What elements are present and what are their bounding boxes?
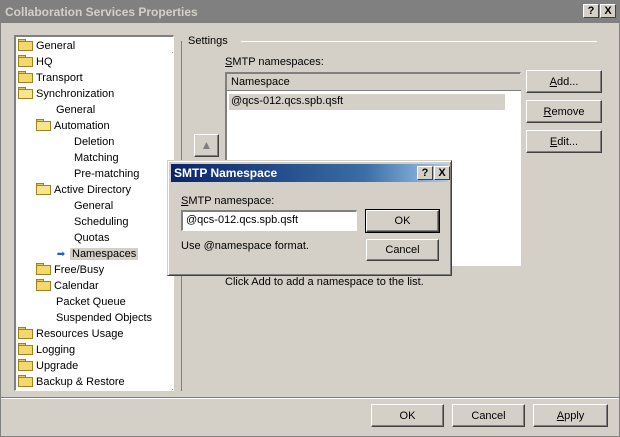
tree-item-sync-general[interactable]: General	[56, 103, 95, 118]
tree-item-suspended-objects[interactable]: Suspended Objects	[56, 311, 152, 326]
open-folder-icon	[36, 183, 51, 195]
settings-tree[interactable]: General HQ Transport Synchronization Gen…	[14, 35, 174, 391]
tree-item-quotas[interactable]: Quotas	[74, 231, 109, 246]
list-item[interactable]: @qcs-012.qcs.spb.qsft	[229, 94, 505, 110]
tree-item-transport[interactable]: Transport	[18, 71, 83, 86]
scroll-down-icon[interactable]: ▼	[172, 374, 173, 390]
folder-icon	[36, 279, 51, 291]
tree-item-scheduling[interactable]: Scheduling	[74, 215, 128, 230]
tree-item-active-directory[interactable]: Active Directory	[36, 183, 131, 198]
tree-item-free-busy[interactable]: Free/Busy	[36, 263, 104, 278]
list-header: Namespace	[227, 74, 521, 91]
footer-divider	[1, 397, 619, 399]
tree-item-pre-matching[interactable]: Pre-matching	[74, 167, 139, 182]
dialog-help-button[interactable]: ?	[417, 166, 433, 180]
tree-item-resources-usage[interactable]: Resources Usage	[18, 327, 123, 342]
namespaces-label: SMTP namespaces:	[225, 56, 324, 68]
folder-icon	[18, 343, 33, 355]
cancel-button[interactable]: Cancel	[452, 404, 525, 427]
add-button[interactable]: Add...	[526, 70, 602, 93]
tree-item-backup-restore[interactable]: Backup & Restore	[18, 375, 125, 390]
help-button[interactable]: ?	[583, 4, 599, 18]
namespace-input[interactable]: @qcs-012.qcs.spb.qsft	[181, 210, 357, 231]
tree-item-synchronization[interactable]: Synchronization	[18, 87, 114, 102]
folder-icon	[18, 39, 33, 51]
close-button[interactable]: X	[600, 4, 616, 18]
add-hint-text: Click Add to add a namespace to the list…	[225, 276, 424, 288]
arrow-right-icon: ➡	[56, 249, 66, 260]
folder-icon	[18, 71, 33, 83]
tree-item-automation[interactable]: Automation	[36, 119, 110, 134]
tree-item-calendar[interactable]: Calendar	[36, 279, 99, 294]
window-title: Collaboration Services Properties	[5, 5, 198, 19]
tree-item-hq[interactable]: HQ	[18, 55, 53, 70]
tree-item-ad-general[interactable]: General	[74, 199, 113, 214]
format-note: Use @namespace format.	[181, 240, 309, 252]
column-header-namespace[interactable]: Namespace	[231, 76, 290, 88]
dialog-titlebar[interactable]: SMTP Namespace ? X	[171, 164, 450, 182]
ok-button[interactable]: OK	[371, 404, 444, 427]
edit-button[interactable]: Edit...	[526, 130, 602, 153]
move-up-button[interactable]: ▲	[194, 134, 219, 157]
scroll-up-icon[interactable]: ▲	[172, 37, 173, 53]
tree-item-namespaces[interactable]: ➡ Namespaces	[56, 247, 139, 262]
smtp-namespace-dialog: SMTP Namespace ? X SMTP namespace: @qcs-…	[167, 160, 452, 276]
folder-icon	[18, 55, 33, 67]
open-folder-icon	[18, 87, 33, 99]
remove-button[interactable]: Remove	[526, 100, 602, 123]
apply-button[interactable]: Apply	[533, 404, 608, 427]
tree-item-general[interactable]: General	[18, 39, 75, 54]
window-titlebar[interactable]: Collaboration Services Properties	[1, 1, 619, 23]
dialog-title: SMTP Namespace	[174, 166, 278, 180]
open-folder-icon	[36, 119, 51, 131]
tree-item-logging[interactable]: Logging	[18, 343, 75, 358]
tree-item-packet-queue[interactable]: Packet Queue	[56, 295, 126, 310]
settings-group-label: Settings	[188, 35, 228, 47]
dialog-close-button[interactable]: X	[434, 166, 450, 180]
folder-icon	[18, 327, 33, 339]
group-line	[241, 41, 597, 42]
folder-icon	[18, 359, 33, 371]
tree-item-deletion[interactable]: Deletion	[74, 135, 114, 150]
arrow-up-icon: ▲	[200, 138, 213, 152]
folder-icon	[36, 263, 51, 275]
folder-icon	[18, 375, 33, 387]
tree-item-matching[interactable]: Matching	[74, 151, 119, 166]
dialog-ok-button[interactable]: OK	[365, 209, 440, 233]
dialog-cancel-button[interactable]: Cancel	[366, 239, 439, 261]
tree-item-upgrade[interactable]: Upgrade	[18, 359, 78, 374]
namespace-field-label: SMTP namespace:	[181, 195, 275, 207]
